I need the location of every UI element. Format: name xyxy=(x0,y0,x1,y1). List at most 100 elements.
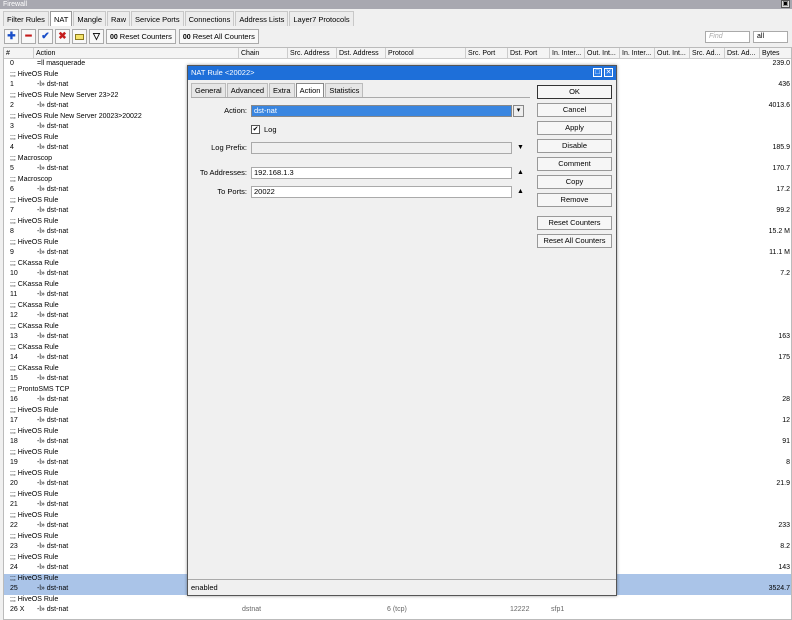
reset-all-counters-button[interactable]: Reset All Counters xyxy=(537,234,612,248)
action-icon: -l» xyxy=(37,249,45,256)
tab-action[interactable]: Action xyxy=(295,83,325,97)
to-ports-row: To Ports: 20022 ▲ xyxy=(191,186,530,198)
comment-icon[interactable] xyxy=(72,29,87,44)
tab-nat[interactable]: NAT xyxy=(49,11,73,26)
column-header[interactable]: Out. Int... xyxy=(585,48,620,59)
action-label: dst-nat xyxy=(46,123,69,130)
action-icon: -l» xyxy=(37,522,45,529)
action-label: dst-nat xyxy=(46,501,69,508)
to-ports-input[interactable]: 20022 xyxy=(251,186,512,198)
close-icon[interactable]: ✕ xyxy=(604,68,613,77)
remove-icon[interactable]: ━ xyxy=(21,29,36,44)
column-header[interactable]: # xyxy=(4,48,34,59)
table-row[interactable]: 26 X -l» dst-nat dstnat 6 (tcp) 12222 sfp1 xyxy=(4,605,791,616)
disable-button[interactable]: Disable xyxy=(537,139,612,153)
action-label: dst-nat xyxy=(46,102,69,109)
rule-number: 10 xyxy=(10,270,18,277)
to-addresses-label: To Addresses: xyxy=(199,168,247,177)
enable-icon[interactable]: ✔ xyxy=(38,29,53,44)
dialog-status: enabled xyxy=(188,579,616,595)
column-header[interactable]: Src. Address xyxy=(288,48,337,59)
dropdown-icon[interactable]: ▼ xyxy=(517,144,524,151)
ok-button[interactable]: OK xyxy=(537,85,612,99)
column-header[interactable]: Chain xyxy=(239,48,288,59)
comment-button[interactable]: Comment xyxy=(537,157,612,171)
tab-connections[interactable]: Connections xyxy=(184,11,235,26)
rule-number: 15 xyxy=(10,375,18,382)
rule-number: 19 xyxy=(10,459,18,466)
maximize-icon[interactable]: □ xyxy=(593,68,602,77)
tab-raw[interactable]: Raw xyxy=(107,11,131,26)
rule-number: 17 xyxy=(10,417,18,424)
tab-advanced[interactable]: Advanced xyxy=(226,83,269,97)
collapse-icon[interactable]: ▲ xyxy=(517,188,524,195)
rule-comment: ;;; CKassa Rule xyxy=(10,364,59,372)
column-header[interactable]: Bytes xyxy=(760,48,791,59)
to-addresses-input[interactable]: 192.168.1.3 xyxy=(251,167,512,179)
tab-general[interactable]: General xyxy=(191,83,226,97)
cancel-button[interactable]: Cancel xyxy=(537,103,612,117)
action-label: dst-nat xyxy=(46,249,69,256)
filter-icon[interactable]: ▽ xyxy=(89,29,104,44)
column-header[interactable]: Protocol xyxy=(386,48,466,59)
tab-filter-rules[interactable]: Filter Rules xyxy=(3,11,49,26)
rule-number: 1 xyxy=(10,81,14,88)
action-icon: -l» xyxy=(37,543,45,550)
to-addresses-row: To Addresses: 192.168.1.3 ▲ xyxy=(191,167,530,179)
action-select[interactable]: dst-nat xyxy=(251,105,512,117)
collapse-icon[interactable]: ▲ xyxy=(517,169,524,176)
rule-bytes: 170.7 xyxy=(772,165,790,172)
tab-statistics[interactable]: Statistics xyxy=(325,83,364,97)
find-input[interactable]: Find xyxy=(705,31,750,43)
comment-row[interactable]: ;;; HiveOS Rule xyxy=(4,595,791,606)
action-icon: -l» xyxy=(37,81,45,88)
tab-address-lists[interactable]: Address Lists xyxy=(235,11,289,26)
tab-layer7-protocols[interactable]: Layer7 Protocols xyxy=(289,11,354,26)
rule-comment: ;;; HiveOS Rule xyxy=(10,574,59,582)
tab-extra[interactable]: Extra xyxy=(269,83,295,97)
window-close-icon[interactable]: ▣ xyxy=(781,0,790,8)
column-header[interactable]: Out. Int... xyxy=(655,48,690,59)
column-header[interactable]: Src. Port xyxy=(466,48,508,59)
rule-comment: ;;; HiveOS Rule New Server 23>22 xyxy=(10,91,119,99)
action-label: dst-nat xyxy=(46,207,69,214)
apply-button[interactable]: Apply xyxy=(537,121,612,135)
column-header[interactable]: Dst. Address xyxy=(337,48,386,59)
to-ports-label: To Ports: xyxy=(217,187,247,196)
disable-icon[interactable]: ✖ xyxy=(55,29,70,44)
column-header[interactable]: Dst. Ad... xyxy=(725,48,760,59)
log-prefix-label: Log Prefix: xyxy=(211,143,247,152)
dropdown-icon[interactable]: ▾ xyxy=(513,105,524,117)
rule-number: 25 xyxy=(10,585,18,592)
rule-bytes: 4013.6 xyxy=(768,102,790,109)
rule-bytes: 7.2 xyxy=(780,270,790,277)
log-prefix-input[interactable] xyxy=(251,142,512,154)
reset-all-counters-button[interactable]: 00 Reset All Counters xyxy=(178,29,259,44)
action-label: dst-nat xyxy=(46,81,69,88)
copy-button[interactable]: Copy xyxy=(537,175,612,189)
remove-button[interactable]: Remove xyxy=(537,193,612,207)
filter-select[interactable]: all xyxy=(753,31,788,43)
column-header[interactable]: Src. Ad... xyxy=(690,48,725,59)
action-icon: -l» xyxy=(37,333,45,340)
column-header[interactable]: Action xyxy=(34,48,239,59)
rule-number: 9 xyxy=(10,249,14,256)
tab-service-ports[interactable]: Service Ports xyxy=(131,11,184,26)
rule-number: 24 xyxy=(10,564,18,571)
action-label: dst-nat xyxy=(46,459,69,466)
rule-bytes: 28 xyxy=(782,396,790,403)
column-header[interactable]: Dst. Port xyxy=(508,48,550,59)
action-label: dst-nat xyxy=(46,354,69,361)
add-icon[interactable]: ✚ xyxy=(4,29,19,44)
dialog-titlebar: NAT Rule <20022> □ ✕ xyxy=(188,66,616,80)
column-header[interactable]: In. Inter... xyxy=(550,48,585,59)
reset-counters-button[interactable]: 00 Reset Counters xyxy=(106,29,176,44)
log-checkbox[interactable]: ✔ xyxy=(251,125,260,134)
rule-bytes: 185.9 xyxy=(772,144,790,151)
reset-counters-button[interactable]: Reset Counters xyxy=(537,216,612,230)
rule-bytes: 11.1 M xyxy=(769,249,790,256)
action-label: dst-nat xyxy=(46,543,69,550)
rule-number: 21 xyxy=(10,501,18,508)
tab-mangle[interactable]: Mangle xyxy=(73,11,106,26)
column-header[interactable]: In. Inter... xyxy=(620,48,655,59)
